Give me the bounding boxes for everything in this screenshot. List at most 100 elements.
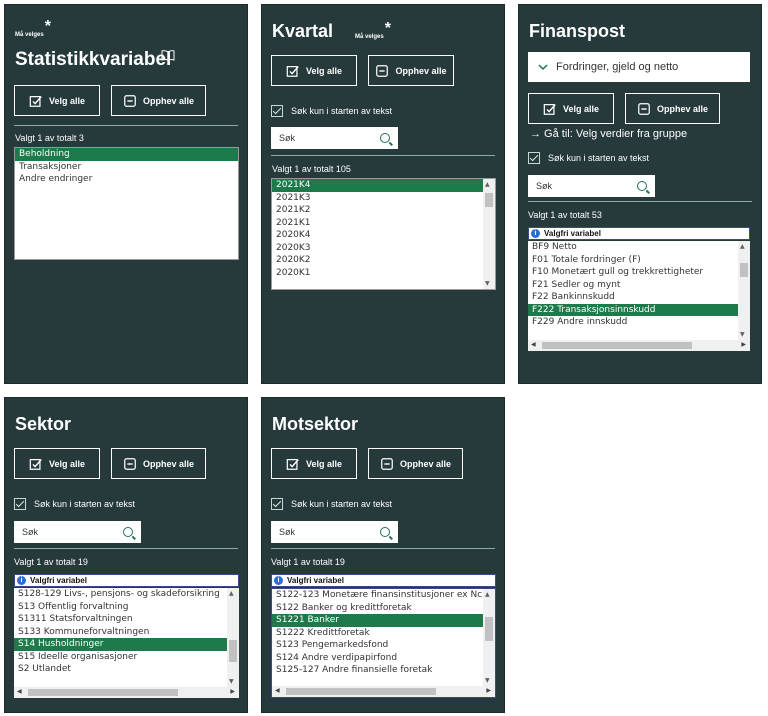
scroll-left-icon[interactable]: ◀ <box>531 341 536 348</box>
scroll-thumb[interactable] <box>286 688 436 695</box>
list-item[interactable]: S122 Banker og kredittforetak <box>272 602 495 615</box>
scroll-thumb[interactable] <box>485 193 493 207</box>
scroll-thumb[interactable] <box>542 342 692 349</box>
divider <box>14 125 238 126</box>
group-dropdown[interactable]: Fordringer, gjeld og netto <box>528 52 750 82</box>
checkbox-checked-icon <box>271 498 283 510</box>
scroll-up-icon[interactable]: ▲ <box>485 181 490 188</box>
list-item[interactable]: F229 Andre innskudd <box>528 316 750 329</box>
check-square-icon <box>29 457 43 471</box>
list-item[interactable]: F22 Bankinnskudd <box>528 291 750 304</box>
list-item[interactable]: F222 Transaksjonsinnskudd <box>528 303 750 316</box>
check-square-icon <box>286 64 300 78</box>
scroll-right-icon[interactable]: ▶ <box>741 341 746 348</box>
scroll-down-icon[interactable]: ▼ <box>485 677 490 684</box>
scroll-thumb[interactable] <box>229 640 237 662</box>
scroll-down-icon[interactable]: ▼ <box>229 678 234 685</box>
scroll-up-icon[interactable]: ▲ <box>485 591 490 598</box>
search-input[interactable]: Søk <box>271 127 398 149</box>
list-item[interactable]: 2021K3 <box>272 192 495 205</box>
selection-count: Valgt 1 av totalt 19 <box>14 557 88 567</box>
vertical-scrollbar[interactable]: ▲ ▼ <box>227 588 239 687</box>
checkbox-checked-icon <box>528 152 540 164</box>
list-item[interactable]: S15 Ideelle organisasjoner <box>14 651 239 664</box>
select-all-button[interactable]: Velg alle <box>14 448 100 479</box>
vertical-scrollbar[interactable]: ▲ ▼ <box>483 179 495 289</box>
list-item[interactable]: S2 Utlandet <box>14 663 239 676</box>
scroll-thumb[interactable] <box>28 689 178 696</box>
deselect-all-button[interactable]: Opphev alle <box>111 85 206 116</box>
check-square-icon <box>543 102 557 116</box>
horizontal-scrollbar[interactable]: ◀ ▶ <box>14 687 239 698</box>
deselect-all-button[interactable]: Opphev alle <box>368 448 463 479</box>
scroll-down-icon[interactable]: ▼ <box>740 331 745 338</box>
search-input[interactable]: Søk <box>14 521 141 543</box>
scroll-thumb[interactable] <box>485 617 493 641</box>
list-item[interactable]: 2020K2 <box>272 254 495 267</box>
info-icon[interactable]: i <box>274 576 283 585</box>
scroll-thumb[interactable] <box>740 263 748 277</box>
list-item[interactable]: 2021K1 <box>272 217 495 230</box>
horizontal-scrollbar[interactable]: ◀ ▶ <box>528 340 750 351</box>
list-item[interactable]: S1311 Statsforvaltningen <box>14 613 239 626</box>
info-icon[interactable]: i <box>17 576 26 585</box>
deselect-all-button[interactable]: Opphev alle <box>111 448 206 479</box>
search-start-checkbox[interactable]: Søk kun i starten av tekst <box>528 152 649 164</box>
scroll-left-icon[interactable]: ◀ <box>17 688 22 695</box>
deselect-all-button[interactable]: Opphev alle <box>368 55 454 86</box>
panel-title: Sektor <box>15 414 72 434</box>
scroll-down-icon[interactable]: ▼ <box>485 280 490 287</box>
value-list[interactable]: BF9 Netto F01 Totale fordringer (F) F10 … <box>528 241 750 351</box>
scroll-up-icon[interactable]: ▲ <box>740 243 745 250</box>
list-item[interactable]: S13 Offentlig forvaltning <box>14 601 239 614</box>
list-item[interactable]: S122-123 Monetære finansinstitusjoner ex… <box>272 589 495 602</box>
book-icon[interactable] <box>161 46 175 65</box>
list-item[interactable]: S1221 Banker <box>272 614 495 627</box>
divider <box>528 201 752 202</box>
list-item[interactable]: F01 Totale fordringer (F) <box>528 254 750 267</box>
value-list[interactable]: 2021K4 2021K3 2021K2 2021K1 2020K4 2020K… <box>271 178 496 290</box>
list-item[interactable]: Andre endringer <box>15 173 238 186</box>
scroll-right-icon[interactable]: ▶ <box>486 687 491 694</box>
search-input[interactable]: Søk <box>528 175 655 197</box>
list-item[interactable]: 2020K3 <box>272 242 495 255</box>
list-item[interactable]: S128-129 Livs-, pensjons- og skadeforsik… <box>14 588 239 601</box>
vertical-scrollbar[interactable]: ▲ ▼ <box>738 241 750 340</box>
deselect-all-button[interactable]: Opphev alle <box>625 93 720 124</box>
horizontal-scrollbar[interactable]: ◀ ▶ <box>272 686 495 697</box>
list-item[interactable]: S133 Kommuneforvaltningen <box>14 626 239 639</box>
goto-group-link[interactable]: → Gå til: Velg verdier fra gruppe <box>530 128 687 140</box>
vertical-scrollbar[interactable]: ▲ ▼ <box>483 589 495 686</box>
list-item[interactable]: 2020K1 <box>272 267 495 280</box>
select-all-button[interactable]: Velg alle <box>528 93 614 124</box>
list-item[interactable]: 2021K2 <box>272 204 495 217</box>
select-all-button[interactable]: Velg alle <box>14 85 100 116</box>
list-item[interactable]: S123 Pengemarkedsfond <box>272 639 495 652</box>
list-item[interactable]: Beholdning <box>15 148 238 161</box>
list-item[interactable]: S125-127 Andre finansielle foretak <box>272 664 495 677</box>
list-item[interactable]: F10 Monetært gull og trekkrettigheter <box>528 266 750 279</box>
list-item[interactable]: 2021K4 <box>272 179 495 192</box>
list-item[interactable]: F21 Sedler og mynt <box>528 279 750 292</box>
list-item[interactable]: 2020K4 <box>272 229 495 242</box>
list-item[interactable]: S1222 Kredittforetak <box>272 627 495 640</box>
value-list[interactable]: Beholdning Transaksjoner Andre endringer <box>14 147 239 260</box>
panel-statistikkvariabel: Må velges* Statistikkvariabel Velg alle … <box>4 4 248 384</box>
list-item[interactable]: Transaksjoner <box>15 161 238 174</box>
info-icon[interactable]: i <box>531 229 540 238</box>
select-all-button[interactable]: Velg alle <box>271 55 357 86</box>
search-start-checkbox[interactable]: Søk kun i starten av tekst <box>271 498 392 510</box>
select-all-button[interactable]: Velg alle <box>271 448 357 479</box>
search-input[interactable]: Søk <box>271 521 398 543</box>
scroll-left-icon[interactable]: ◀ <box>275 687 280 694</box>
scroll-right-icon[interactable]: ▶ <box>230 688 235 695</box>
value-list[interactable]: S122-123 Monetære finansinstitusjoner ex… <box>271 588 496 698</box>
list-item[interactable]: S124 Andre verdipapirfond <box>272 652 495 665</box>
list-item[interactable]: BF9 Netto <box>528 241 750 254</box>
scroll-up-icon[interactable]: ▲ <box>229 590 234 597</box>
search-start-checkbox[interactable]: Søk kun i starten av tekst <box>14 498 135 510</box>
checkbox-checked-icon <box>14 498 26 510</box>
value-list[interactable]: S128-129 Livs-, pensjons- og skadeforsik… <box>14 588 239 698</box>
search-start-checkbox[interactable]: Søk kun i starten av tekst <box>271 105 392 117</box>
list-item[interactable]: S14 Husholdninger <box>14 638 239 651</box>
